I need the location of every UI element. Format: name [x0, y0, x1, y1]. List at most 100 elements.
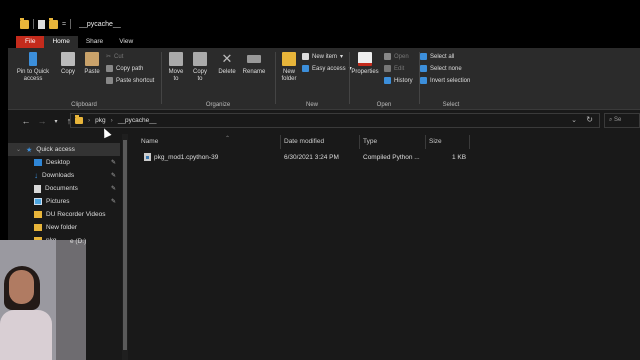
- tab-share[interactable]: Share: [78, 36, 111, 48]
- organize-group: Move to Copy to ✕ Delete Rename Organize: [162, 48, 274, 110]
- properties-label: Properties: [351, 69, 379, 75]
- new-folder-icon[interactable]: [49, 17, 58, 29]
- easy-access-label: Easy access: [312, 65, 346, 72]
- search-input[interactable]: ⌕ Se: [604, 113, 640, 128]
- column-divider[interactable]: [359, 135, 360, 149]
- new-item-button[interactable]: New item ▾: [302, 53, 343, 60]
- open-group: Properties Open Edit History Open: [350, 48, 418, 110]
- pin-icon: ✎: [110, 160, 116, 166]
- move-to-button[interactable]: Move to: [166, 52, 186, 83]
- address-bar[interactable]: › pkg › __pycache__ ⌄ ↻: [70, 113, 600, 128]
- copy-to-icon: [193, 52, 207, 66]
- column-header-date[interactable]: Date modified: [284, 136, 324, 148]
- edit-button[interactable]: Edit: [384, 65, 404, 72]
- paste-shortcut-icon: [106, 77, 113, 84]
- edit-icon: [384, 65, 391, 72]
- tab-view[interactable]: View: [111, 36, 141, 48]
- table-row[interactable]: pkg_mod1.cpython-39: [144, 151, 284, 164]
- new-folder-button[interactable]: New folder: [278, 52, 300, 83]
- nav-scrollbar[interactable]: [122, 134, 128, 360]
- star-icon: ★: [26, 146, 33, 154]
- sort-arrow-icon: ⌃: [225, 136, 231, 142]
- delete-icon: ✕: [221, 51, 233, 66]
- copy-to-label: Copy to: [192, 69, 207, 82]
- sidebar-item-du-recorder[interactable]: DU Recorder Videos: [8, 208, 120, 221]
- clipboard-group: Pin to Quick access Copy Paste ✂ Cut Cop…: [8, 48, 160, 110]
- chevron-down-icon[interactable]: ⌄: [16, 146, 22, 153]
- rename-button[interactable]: Rename: [242, 52, 266, 76]
- properties-button[interactable]: Properties: [350, 52, 380, 76]
- pin-quick-access-button[interactable]: Pin to Quick access: [16, 52, 50, 83]
- sidebar-item-new-folder[interactable]: New folder: [8, 221, 120, 234]
- move-icon: [169, 52, 183, 66]
- sidebar-item-label: Downloads: [42, 172, 75, 179]
- breadcrumb-pycache[interactable]: __pycache__: [118, 117, 157, 124]
- new-folder-icon: [282, 52, 296, 66]
- partial-drive-label[interactable]: e (D:): [70, 238, 86, 245]
- select-all-label: Select all: [430, 53, 455, 60]
- select-none-icon: [420, 65, 427, 72]
- open-label: Open: [394, 53, 409, 60]
- chevron-down-icon[interactable]: ⌄: [571, 116, 577, 124]
- file-list: ⌃ Name Date modified Type Size pkg_mod1.…: [130, 134, 640, 360]
- scrollbar-thumb[interactable]: [123, 140, 127, 350]
- properties-icon[interactable]: [38, 19, 45, 29]
- select-label: Select: [442, 102, 460, 108]
- copy-to-button[interactable]: Copy to: [190, 52, 210, 83]
- qa-dropdown[interactable]: =: [62, 21, 66, 28]
- sidebar-item-desktop[interactable]: Desktop ✎: [8, 156, 120, 169]
- copy-path-button[interactable]: Copy path: [106, 65, 143, 72]
- new-folder-label: New folder: [281, 69, 297, 82]
- rename-label: Rename: [242, 69, 266, 75]
- column-header-type[interactable]: Type: [363, 136, 377, 148]
- column-header-size[interactable]: Size: [429, 136, 442, 148]
- open-button[interactable]: Open: [384, 53, 409, 60]
- open-icon: [384, 53, 391, 60]
- cut-button[interactable]: ✂ Cut: [106, 53, 124, 61]
- sidebar-item-label: Documents: [45, 185, 78, 192]
- copy-button[interactable]: Copy: [58, 52, 78, 76]
- scissors-icon: ✂: [106, 54, 112, 60]
- history-button[interactable]: History: [384, 77, 413, 84]
- forward-arrow-icon[interactable]: →: [36, 116, 48, 126]
- file-name: pkg_mod1.cpython-39: [154, 154, 219, 161]
- breadcrumb-pkg[interactable]: pkg: [95, 117, 105, 124]
- paste-button[interactable]: Paste: [82, 52, 102, 76]
- sidebar-item-quick-access[interactable]: ⌄ ★ Quick access: [8, 143, 120, 156]
- cut-label: Cut: [114, 53, 124, 60]
- pin-icon: ✎: [110, 173, 116, 179]
- column-divider[interactable]: [425, 135, 426, 149]
- delete-button[interactable]: ✕ Delete: [216, 52, 238, 76]
- select-none-label: Select none: [430, 65, 462, 72]
- chevron-down-icon: ▾: [340, 54, 344, 60]
- sidebar-item-documents[interactable]: Documents ✎: [8, 182, 120, 195]
- column-divider[interactable]: [280, 135, 281, 149]
- divider: [33, 19, 34, 29]
- tab-file[interactable]: File: [16, 36, 45, 48]
- invert-selection-button[interactable]: Invert selection: [420, 77, 470, 84]
- chevron-right-icon[interactable]: ›: [88, 117, 90, 124]
- folder-icon[interactable]: [20, 17, 29, 29]
- tab-home[interactable]: Home: [44, 36, 78, 48]
- history-label: History: [394, 77, 413, 84]
- column-divider[interactable]: [469, 135, 470, 149]
- chevron-right-icon[interactable]: ›: [111, 117, 113, 124]
- invert-selection-icon: [420, 77, 427, 84]
- sidebar-item-pictures[interactable]: Pictures ✎: [8, 195, 120, 208]
- easy-access-button[interactable]: Easy access ▾: [302, 65, 352, 72]
- ribbon-tabs: File Home Share View: [8, 36, 640, 48]
- recent-dropdown-icon[interactable]: ▾: [50, 118, 62, 125]
- new-item-label: New item: [312, 53, 338, 60]
- select-all-button[interactable]: Select all: [420, 53, 454, 60]
- divider: [70, 19, 72, 29]
- sidebar-item-downloads[interactable]: ↓ Downloads ✎: [8, 169, 120, 182]
- paste-shortcut-button[interactable]: Paste shortcut: [106, 77, 154, 84]
- select-none-button[interactable]: Select none: [420, 65, 462, 72]
- clipboard-label: Clipboard: [71, 102, 97, 108]
- back-arrow-icon[interactable]: ←: [20, 116, 32, 126]
- refresh-icon[interactable]: ↻: [586, 115, 593, 124]
- webcam-person-body: [0, 310, 52, 360]
- select-group: Select all Select none Invert selection …: [420, 48, 482, 110]
- pin-icon: [29, 52, 37, 66]
- column-header-name[interactable]: ⌃ Name: [141, 136, 230, 148]
